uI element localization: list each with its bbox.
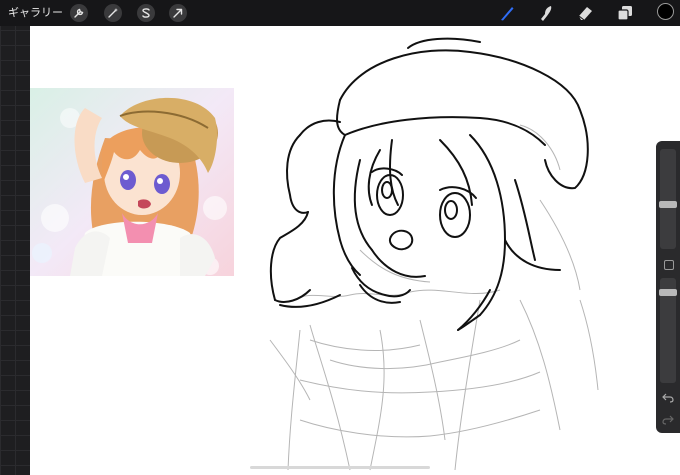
brush-icon[interactable] (498, 4, 516, 22)
top-toolbar: ギャラリー (0, 0, 680, 26)
opacity-thumb[interactable] (659, 289, 677, 296)
eraser-icon[interactable] (576, 4, 594, 22)
transform-arrow-icon[interactable] (169, 4, 187, 22)
selection-s-icon[interactable] (137, 4, 155, 22)
right-sidebar (656, 141, 680, 433)
reference-image (30, 88, 234, 276)
brush-size-thumb[interactable] (659, 201, 677, 208)
gallery-button[interactable]: ギャラリー (8, 6, 63, 20)
layers-icon[interactable] (616, 4, 634, 22)
undo-icon[interactable] (662, 393, 674, 406)
modify-button[interactable] (664, 260, 674, 270)
wrench-icon[interactable] (70, 4, 88, 22)
magic-wand-icon[interactable] (104, 4, 122, 22)
brush-size-slider[interactable] (660, 149, 676, 249)
home-indicator (250, 466, 430, 469)
smudge-icon[interactable] (537, 4, 555, 22)
color-picker-button[interactable] (657, 3, 674, 20)
redo-icon[interactable] (662, 415, 674, 428)
